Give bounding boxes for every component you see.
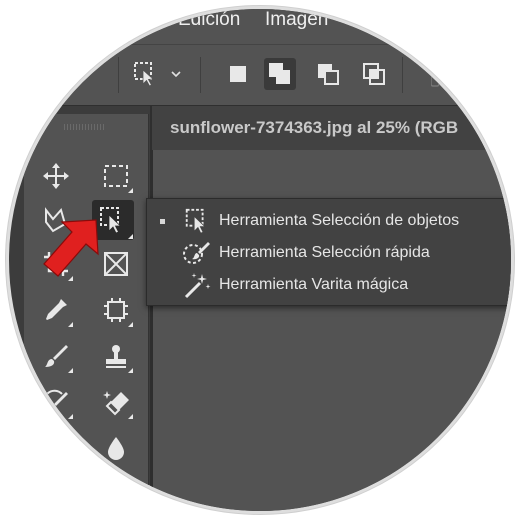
menu-item-edicion[interactable]: Edición (178, 9, 240, 31)
separator (200, 57, 201, 93)
separator (402, 57, 403, 93)
add-to-selection-icon[interactable] (264, 58, 296, 90)
flyout-item-magic-wand[interactable]: Herramienta Varita mágica (147, 269, 511, 301)
brush-icon (45, 345, 68, 367)
separator (118, 57, 119, 93)
new-selection-icon[interactable] (222, 58, 254, 90)
magnifier-lens: Edición Imagen sunflower-7374363.jpg al … (6, 6, 514, 514)
intersect-selection-icon[interactable] (358, 58, 390, 90)
blur-icon (108, 437, 124, 460)
frame-icon (104, 252, 128, 276)
panel-grip[interactable] (64, 124, 104, 130)
eraser-icon (103, 391, 129, 416)
quick-selection-icon (181, 238, 213, 268)
stamp-icon (106, 345, 126, 368)
menu-item-imagen[interactable]: Imagen (265, 9, 328, 31)
flyout-item-label: Herramienta Varita mágica (219, 276, 409, 293)
chevron-down-icon[interactable] (166, 58, 186, 90)
marquee-tool[interactable] (98, 158, 134, 194)
tool-flyout-menu: Herramienta Selección de objetos Herrami… (146, 198, 511, 306)
options-bar (9, 44, 511, 106)
flyout-item-quick-selection[interactable]: Herramienta Selección rápida (147, 237, 511, 269)
tools-panel (24, 114, 149, 511)
options-control[interactable] (426, 58, 446, 90)
stamp-tool[interactable] (98, 338, 134, 374)
eraser-tool[interactable] (98, 384, 134, 420)
tool-preset-icon[interactable] (130, 58, 162, 90)
photoshop-window: Edición Imagen sunflower-7374363.jpg al … (9, 9, 511, 511)
move-icon (43, 163, 69, 189)
history-brush-tool[interactable] (38, 384, 74, 420)
flyout-item-object-selection[interactable]: Herramienta Selección de objetos (147, 205, 511, 237)
flyout-item-label: Herramienta Selección rápida (219, 244, 430, 261)
subtract-from-selection-icon[interactable] (312, 58, 344, 90)
move-tool[interactable] (38, 158, 74, 194)
blur-tool[interactable] (98, 430, 134, 466)
eyedropper-icon (46, 299, 67, 320)
object-selection-icon (181, 206, 213, 236)
spot-healing-icon (104, 298, 128, 322)
magic-wand-icon (181, 270, 213, 300)
document-tab[interactable]: sunflower-7374363.jpg al 25% (RGB (152, 106, 511, 150)
brush-tool[interactable] (38, 338, 74, 374)
history-brush-icon (43, 389, 68, 409)
document-tab-bar: sunflower-7374363.jpg al 25% (RGB (150, 106, 511, 150)
flyout-item-label: Herramienta Selección de objetos (219, 212, 460, 229)
spot-healing-tool[interactable] (98, 292, 134, 328)
marquee-icon (104, 165, 128, 187)
eyedropper-tool[interactable] (38, 292, 74, 328)
menu-bar: Edición Imagen (9, 9, 511, 44)
active-bullet (160, 218, 165, 224)
red-arrow-pointer-icon (43, 219, 99, 277)
